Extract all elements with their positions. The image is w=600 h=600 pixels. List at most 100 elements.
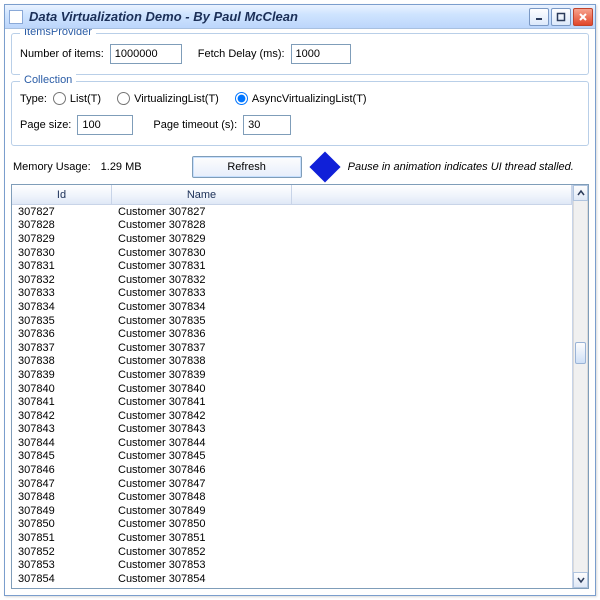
refresh-button-label: Refresh (227, 161, 266, 173)
cell-name: Customer 307851 (112, 532, 452, 544)
scroll-track[interactable] (573, 201, 588, 572)
table-row[interactable]: 307854Customer 307854 (12, 572, 572, 586)
table-row[interactable]: 307834Customer 307834 (12, 300, 572, 314)
header-name[interactable]: Name (112, 185, 292, 204)
cell-name: Customer 307838 (112, 355, 452, 367)
table-row[interactable]: 307831Customer 307831 (12, 259, 572, 273)
page-size-input[interactable] (77, 115, 133, 135)
maximize-icon (556, 12, 566, 22)
minimize-button[interactable] (529, 8, 549, 26)
scroll-thumb[interactable] (575, 342, 586, 364)
page-size-label: Page size: (20, 119, 71, 131)
cell-id: 307831 (12, 260, 112, 272)
refresh-button[interactable]: Refresh (192, 156, 302, 178)
chevron-down-icon (577, 576, 585, 584)
table-row[interactable]: 307827Customer 307827 (12, 205, 572, 219)
window-title: Data Virtualization Demo - By Paul McCle… (29, 9, 529, 24)
cell-id: 307828 (12, 219, 112, 231)
table-row[interactable]: 307845Customer 307845 (12, 450, 572, 464)
table-row[interactable]: 307846Customer 307846 (12, 463, 572, 477)
cell-name: Customer 307828 (112, 219, 452, 231)
maximize-button[interactable] (551, 8, 571, 26)
cell-name: Customer 307850 (112, 518, 452, 530)
table-row[interactable]: 307844Customer 307844 (12, 436, 572, 450)
cell-name: Customer 307852 (112, 546, 452, 558)
cell-name: Customer 307840 (112, 383, 452, 395)
cell-name: Customer 307837 (112, 342, 452, 354)
table-row[interactable]: 307852Customer 307852 (12, 545, 572, 559)
cell-id: 307851 (12, 532, 112, 544)
itemsprovider-group: ItemsProvider Number of items: Fetch Del… (11, 33, 589, 75)
cell-id: 307850 (12, 518, 112, 530)
cell-id: 307829 (12, 233, 112, 245)
num-items-input[interactable] (110, 44, 182, 64)
table-row[interactable]: 307853Customer 307853 (12, 558, 572, 572)
table-row[interactable]: 307849Customer 307849 (12, 504, 572, 518)
cell-id: 307848 (12, 491, 112, 503)
cell-name: Customer 307836 (112, 328, 452, 340)
cell-id: 307832 (12, 274, 112, 286)
cell-id: 307854 (12, 573, 112, 585)
cell-name: Customer 307846 (112, 464, 452, 476)
table-row[interactable]: 307847Customer 307847 (12, 477, 572, 491)
memory-usage-label: Memory Usage: (13, 161, 91, 173)
table-row[interactable]: 307833Customer 307833 (12, 287, 572, 301)
cell-id: 307852 (12, 546, 112, 558)
scroll-down-button[interactable] (573, 572, 588, 588)
cell-id: 307827 (12, 206, 112, 218)
table-row[interactable]: 307843Customer 307843 (12, 423, 572, 437)
num-items-label: Number of items: (20, 48, 104, 60)
table-row[interactable]: 307837Customer 307837 (12, 341, 572, 355)
cell-name: Customer 307844 (112, 437, 452, 449)
cell-name: Customer 307835 (112, 315, 452, 327)
table-row[interactable]: 307828Customer 307828 (12, 219, 572, 233)
radio-list-label: List(T) (70, 93, 101, 105)
cell-id: 307849 (12, 505, 112, 517)
cell-id: 307853 (12, 559, 112, 571)
radio-asyncvirtlist[interactable]: AsyncVirtualizingList(T) (235, 92, 367, 105)
table-row[interactable]: 307829Customer 307829 (12, 232, 572, 246)
radio-list-input[interactable] (53, 92, 66, 105)
cell-name: Customer 307833 (112, 287, 452, 299)
cell-id: 307837 (12, 342, 112, 354)
table-row[interactable]: 307851Customer 307851 (12, 531, 572, 545)
table-row[interactable]: 307838Customer 307838 (12, 355, 572, 369)
grid-header: Id Name (12, 185, 572, 205)
type-label: Type: (20, 93, 47, 105)
scroll-up-button[interactable] (573, 185, 588, 201)
table-row[interactable]: 307842Customer 307842 (12, 409, 572, 423)
table-row[interactable]: 307840Customer 307840 (12, 382, 572, 396)
page-timeout-label: Page timeout (s): (153, 119, 237, 131)
cell-id: 307838 (12, 355, 112, 367)
table-row[interactable]: 307839Customer 307839 (12, 368, 572, 382)
cell-name: Customer 307843 (112, 423, 452, 435)
app-window: Data Virtualization Demo - By Paul McCle… (4, 4, 596, 596)
table-row[interactable]: 307841Customer 307841 (12, 395, 572, 409)
chevron-up-icon (577, 189, 585, 197)
header-id[interactable]: Id (12, 185, 112, 204)
radio-virtlist[interactable]: VirtualizingList(T) (117, 92, 219, 105)
table-row[interactable]: 307830Customer 307830 (12, 246, 572, 260)
fetch-delay-label: Fetch Delay (ms): (198, 48, 285, 60)
table-row[interactable]: 307836Customer 307836 (12, 327, 572, 341)
table-row[interactable]: 307850Customer 307850 (12, 518, 572, 532)
close-button[interactable] (573, 8, 593, 26)
table-row[interactable]: 307835Customer 307835 (12, 314, 572, 328)
cell-name: Customer 307849 (112, 505, 452, 517)
vertical-scrollbar[interactable] (572, 185, 588, 588)
cell-name: Customer 307829 (112, 233, 452, 245)
cell-id: 307834 (12, 301, 112, 313)
header-rest (292, 185, 572, 204)
page-timeout-input[interactable] (243, 115, 291, 135)
cell-name: Customer 307839 (112, 369, 452, 381)
table-row[interactable]: 307848Customer 307848 (12, 490, 572, 504)
cell-id: 307836 (12, 328, 112, 340)
radio-virtlist-input[interactable] (117, 92, 130, 105)
grid-rows: 307827Customer 307827307828Customer 3078… (12, 205, 572, 586)
radio-asyncvirtlist-input[interactable] (235, 92, 248, 105)
radio-list[interactable]: List(T) (53, 92, 101, 105)
table-row[interactable]: 307832Customer 307832 (12, 273, 572, 287)
fetch-delay-input[interactable] (291, 44, 351, 64)
titlebar[interactable]: Data Virtualization Demo - By Paul McCle… (5, 5, 595, 29)
cell-id: 307844 (12, 437, 112, 449)
